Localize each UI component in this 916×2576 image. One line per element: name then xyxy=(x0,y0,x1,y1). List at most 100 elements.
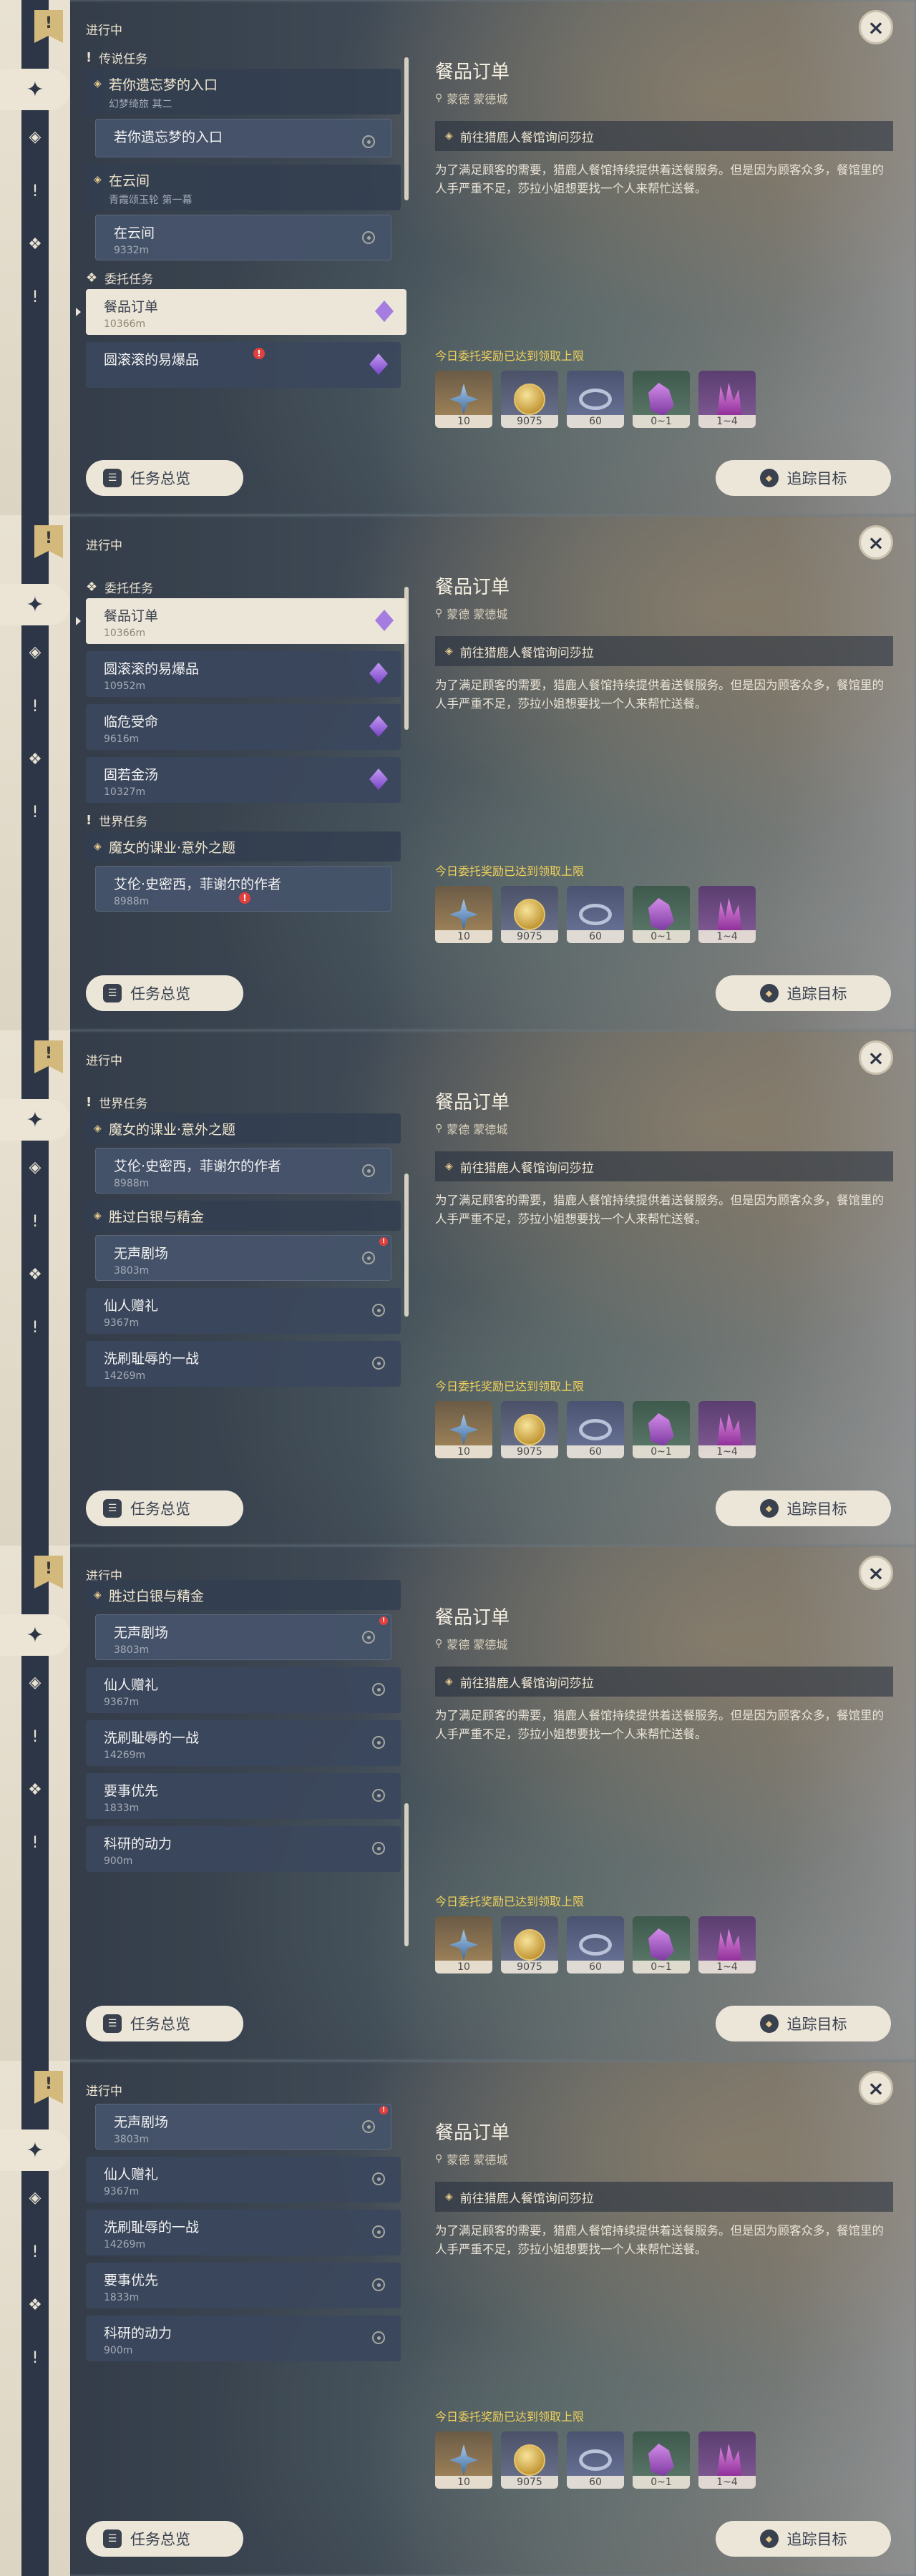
reward-item[interactable]: 0~1 xyxy=(633,1401,690,1458)
quest-item-row[interactable]: 科研的动力 900m xyxy=(86,1826,401,1872)
map-pin-icon[interactable] xyxy=(362,135,375,148)
list-scrollbar[interactable] xyxy=(404,587,409,730)
tab-all-icon[interactable]: ✦ xyxy=(0,69,70,110)
map-pin-icon[interactable] xyxy=(372,2225,385,2238)
map-pin-icon[interactable] xyxy=(372,1789,385,1802)
reward-item[interactable]: 9075 xyxy=(501,886,558,943)
reward-item[interactable]: 60 xyxy=(567,886,624,943)
track-button[interactable]: ◆ 追踪目标 xyxy=(716,2006,891,2041)
map-pin-icon[interactable] xyxy=(372,1842,385,1855)
quest-group-row[interactable]: ◈ 在云间 青霞颂玉轮 第一幕 xyxy=(86,165,401,210)
reward-item[interactable]: 0~1 xyxy=(633,371,690,428)
reward-item[interactable]: 60 xyxy=(567,371,624,428)
quest-item-row[interactable]: 艾伦·史密西，菲谢尔的作者 8988m ! xyxy=(95,866,391,912)
quest-item-row[interactable]: 圆滚滚的易爆品 10952m xyxy=(86,651,401,697)
quest-list[interactable]: ❖ 委托任务 餐品订单 10366m 圆滚滚的易爆品 10952m 临危受命 96… xyxy=(75,572,411,980)
quest-item-row[interactable]: 要事优先 1833m xyxy=(86,2263,401,2308)
quest-overview-button[interactable]: ☰ 任务总览 xyxy=(86,2521,243,2557)
reward-item[interactable]: 10 xyxy=(435,371,492,428)
reward-item[interactable]: 9075 xyxy=(501,371,558,428)
track-button[interactable]: ◆ 追踪目标 xyxy=(716,460,891,496)
quest-group-row[interactable]: ◈ 胜过白银与精金 xyxy=(86,1201,401,1231)
quest-item-row[interactable]: 艾伦·史密西，菲谢尔的作者 8988m xyxy=(95,1148,391,1194)
tab-archon-icon[interactable]: ◈ xyxy=(21,2184,49,2211)
tab-commission-icon[interactable]: ❖ xyxy=(21,2291,49,2318)
tab-all-icon[interactable]: ✦ xyxy=(0,1614,70,1656)
quest-list[interactable]: 无声剧场 3803m ! 仙人赠礼 9367m 洗刷耻辱的一战 14269m 要… xyxy=(75,2104,411,2512)
tab-archon-icon[interactable]: ◈ xyxy=(21,1669,49,1696)
reward-item[interactable]: 10 xyxy=(435,1401,492,1458)
quest-item-row[interactable]: 无声剧场 3803m ! xyxy=(95,1614,391,1660)
tab-all-icon[interactable]: ✦ xyxy=(0,1099,70,1141)
map-pin-icon[interactable] xyxy=(372,2278,385,2291)
quest-item-row[interactable]: 若你遗忘梦的入口 xyxy=(95,119,391,157)
quest-item-row[interactable]: 仙人赠礼 9367m xyxy=(86,1667,401,1713)
reward-item[interactable]: 60 xyxy=(567,2431,624,2489)
map-pin-icon[interactable] xyxy=(362,2120,375,2133)
quest-item-row[interactable]: 无声剧场 3803m ! xyxy=(95,2104,391,2150)
tab-legend-icon[interactable]: ! xyxy=(21,177,49,205)
tab-legend-icon[interactable]: ! xyxy=(21,1208,49,1235)
tab-world-icon[interactable]: ! xyxy=(21,1314,49,1341)
map-pin-icon[interactable] xyxy=(372,2172,385,2185)
quest-item-row[interactable]: 固若金汤 10327m xyxy=(86,757,401,803)
map-pin-icon[interactable] xyxy=(372,1357,385,1370)
reward-item[interactable]: 1~4 xyxy=(698,1916,756,1974)
map-pin-icon[interactable] xyxy=(372,1683,385,1696)
reward-item[interactable]: 60 xyxy=(567,1916,624,1974)
map-pin-icon[interactable] xyxy=(372,1304,385,1317)
quest-item-row[interactable]: 洗刷耻辱的一战 14269m xyxy=(86,2210,401,2255)
reward-item[interactable]: 0~1 xyxy=(633,1916,690,1974)
quest-item-row[interactable]: 洗刷耻辱的一战 14269m xyxy=(86,1341,401,1387)
list-scrollbar[interactable] xyxy=(404,1174,409,1317)
quest-group-row[interactable]: ◈ 胜过白银与精金 xyxy=(86,1580,401,1610)
quest-item-row-selected[interactable]: 餐品订单 10366m xyxy=(76,598,406,644)
reward-item[interactable]: 1~4 xyxy=(698,371,756,428)
tab-legend-icon[interactable]: ! xyxy=(21,693,49,720)
close-button[interactable]: × xyxy=(859,1556,893,1590)
reward-item[interactable]: 60 xyxy=(567,1401,624,1458)
tab-commission-icon[interactable]: ❖ xyxy=(21,746,49,773)
map-pin-icon[interactable] xyxy=(362,1252,375,1264)
reward-item[interactable]: 10 xyxy=(435,1916,492,1974)
quest-item-row[interactable]: 仙人赠礼 9367m xyxy=(86,1288,401,1334)
map-pin-icon[interactable] xyxy=(362,1631,375,1644)
list-scrollbar[interactable] xyxy=(404,1803,409,1946)
reward-item[interactable]: 9075 xyxy=(501,1401,558,1458)
track-button[interactable]: ◆ 追踪目标 xyxy=(716,2521,891,2557)
close-button[interactable]: × xyxy=(859,10,893,44)
map-pin-icon[interactable] xyxy=(362,1164,375,1177)
tab-archon-icon[interactable]: ◈ xyxy=(21,1153,49,1181)
quest-overview-button[interactable]: ☰ 任务总览 xyxy=(86,975,243,1011)
reward-item[interactable]: 0~1 xyxy=(633,2431,690,2489)
quest-overview-button[interactable]: ☰ 任务总览 xyxy=(86,2006,243,2041)
tab-world-icon[interactable]: ! xyxy=(21,1829,49,1856)
quest-item-row-selected[interactable]: 餐品订单 10366m xyxy=(76,289,406,335)
track-button[interactable]: ◆ 追踪目标 xyxy=(716,975,891,1011)
quest-item-row[interactable]: 在云间 9332m xyxy=(95,215,391,260)
quest-item-row[interactable]: 科研的动力 900m xyxy=(86,2316,401,2361)
tab-world-icon[interactable]: ! xyxy=(21,2344,49,2371)
tab-commission-icon[interactable]: ❖ xyxy=(21,1261,49,1288)
tab-commission-icon[interactable]: ❖ xyxy=(21,1776,49,1803)
reward-item[interactable]: 1~4 xyxy=(698,1401,756,1458)
list-scrollbar[interactable] xyxy=(404,57,409,200)
quest-item-row[interactable]: 要事优先 1833m xyxy=(86,1773,401,1819)
reward-item[interactable]: 0~1 xyxy=(633,886,690,943)
tab-world-icon[interactable]: ! xyxy=(21,799,49,826)
close-button[interactable]: × xyxy=(859,525,893,560)
reward-item[interactable]: 10 xyxy=(435,886,492,943)
tab-world-icon[interactable]: ! xyxy=(21,283,49,311)
reward-item[interactable]: 1~4 xyxy=(698,886,756,943)
tab-all-icon[interactable]: ✦ xyxy=(0,2129,70,2171)
tab-legend-icon[interactable]: ! xyxy=(21,1723,49,1750)
close-button[interactable]: × xyxy=(859,1040,893,1075)
tab-archon-icon[interactable]: ◈ xyxy=(21,638,49,665)
tab-legend-icon[interactable]: ! xyxy=(21,2238,49,2265)
tab-all-icon[interactable]: ✦ xyxy=(0,584,70,625)
quest-overview-button[interactable]: ☰ 任务总览 xyxy=(86,460,243,496)
reward-item[interactable]: 9075 xyxy=(501,1916,558,1974)
quest-overview-button[interactable]: ☰ 任务总览 xyxy=(86,1491,243,1526)
quest-item-row[interactable]: 圆滚滚的易爆品 ! xyxy=(86,342,401,388)
reward-item[interactable]: 10 xyxy=(435,2431,492,2489)
